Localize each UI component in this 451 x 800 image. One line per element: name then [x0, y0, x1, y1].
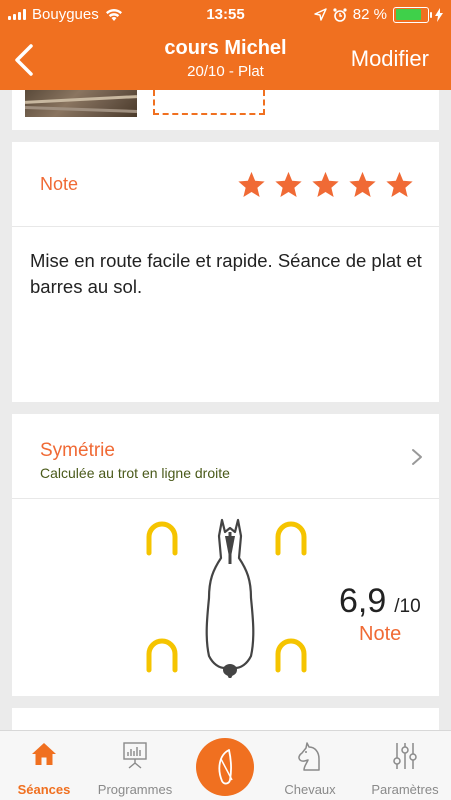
presentation-icon: [123, 742, 147, 769]
whip-icon: [218, 749, 233, 785]
symmetry-subtitle: Calculée au trot en ligne droite: [40, 465, 230, 481]
tab-seances[interactable]: Séances: [6, 731, 82, 800]
new-session-button[interactable]: [196, 738, 254, 796]
home-icon: [32, 743, 56, 765]
star-icon[interactable]: [310, 170, 341, 200]
symmetry-card[interactable]: Symétrie Calculée au trot en ligne droit…: [12, 414, 439, 696]
horseshoe-hind-left-icon: [146, 638, 178, 673]
star-icon[interactable]: [347, 170, 378, 200]
tab-label: Paramètres: [371, 782, 439, 797]
tab-label: Séances: [17, 782, 71, 797]
horse-head-icon: [298, 742, 320, 771]
edit-button[interactable]: Modifier: [351, 46, 429, 72]
score-value: 6,9: [339, 582, 387, 620]
tab-bar: Séances Programmes Chevaux Paramètres: [0, 730, 451, 800]
app-header: Bouygues 13:55 82 % cours Michel 20/10 -…: [0, 0, 451, 90]
tab-parametres[interactable]: Paramètres: [362, 731, 448, 800]
tab-label: Programmes: [97, 782, 173, 797]
star-icon[interactable]: [273, 170, 304, 200]
symmetry-score: 6,9/10: [339, 582, 421, 621]
add-photo-slot[interactable]: [153, 90, 265, 115]
score-label: Note: [359, 623, 402, 645]
horse-top-view-icon: [205, 518, 255, 678]
horseshoe-hind-right-icon: [275, 638, 307, 673]
divider: [12, 498, 439, 499]
charging-icon: [435, 7, 443, 22]
star-icon[interactable]: [236, 170, 267, 200]
location-icon: [314, 8, 327, 21]
session-comment: Mise en route facile et rapide. Séance d…: [30, 250, 422, 297]
sliders-icon: [393, 743, 417, 769]
session-photo[interactable]: [25, 90, 137, 117]
chevron-right-icon[interactable]: [410, 447, 424, 467]
tab-chevaux[interactable]: Chevaux: [280, 731, 340, 800]
tab-programmes[interactable]: Programmes: [90, 731, 180, 800]
status-bar: Bouygues 13:55 82 %: [0, 0, 451, 30]
divider: [12, 226, 439, 227]
score-max: /10: [394, 596, 421, 617]
battery-icon: [393, 6, 432, 23]
tab-label: Chevaux: [284, 782, 336, 797]
battery-percent: 82 %: [352, 6, 387, 23]
horseshoe-front-right-icon: [275, 521, 307, 556]
alarm-icon: [333, 7, 347, 22]
note-label: Note: [40, 174, 79, 194]
star-rating[interactable]: [236, 170, 415, 200]
photos-card: [12, 90, 439, 130]
horseshoe-front-left-icon: [146, 521, 178, 556]
note-card: Note Mise en route facile et rapide. Séa…: [12, 142, 439, 402]
star-icon[interactable]: [384, 170, 415, 200]
symmetry-title: Symétrie: [40, 440, 115, 461]
